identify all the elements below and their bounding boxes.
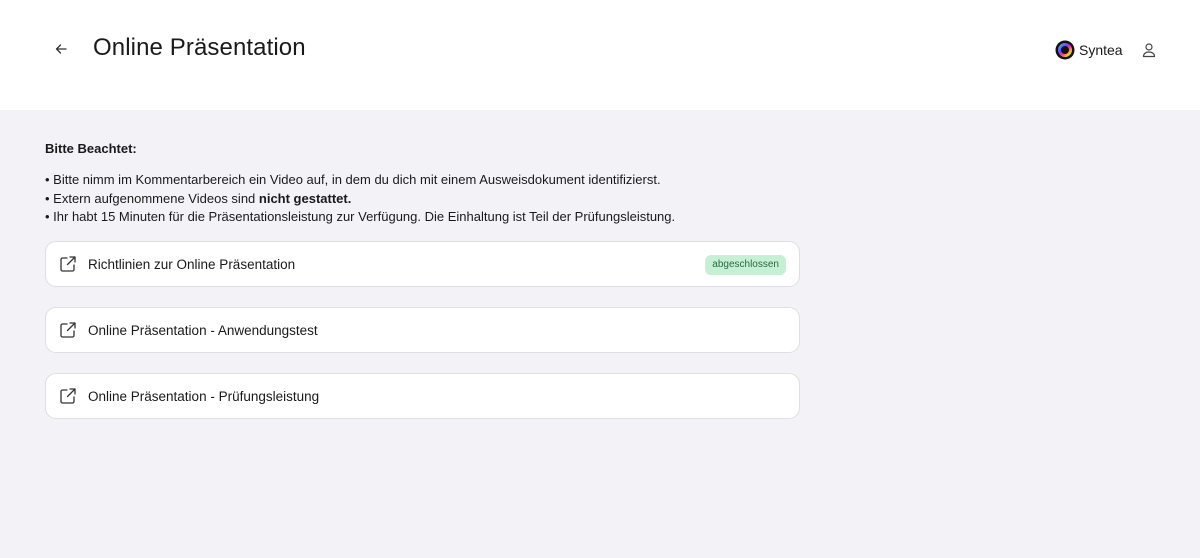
link-card-application-test[interactable]: Online Präsentation - Anwendungstest (45, 307, 800, 353)
notice-item-text: • Extern aufgenommene Videos sind (45, 190, 259, 206)
notice-item-emphasis: nicht gestattet. (258, 190, 352, 206)
user-icon (1142, 43, 1156, 58)
notice-heading: Bitte Beachtet: (45, 141, 137, 156)
user-profile-button[interactable] (1138, 39, 1160, 61)
link-card-guidelines[interactable]: Richtlinien zur Online Präsentation abge… (45, 241, 800, 287)
external-link-icon (58, 254, 78, 274)
page-title: Online Präsentation (93, 34, 306, 61)
external-link-icon (58, 386, 78, 406)
card-label: Online Präsentation - Anwendungstest (88, 322, 318, 338)
top-header: Online Präsentation Syntea (0, 0, 1200, 110)
notice-box: Bitte Beachtet: • Bitte nimm im Kommenta… (45, 140, 805, 227)
arrow-left-icon (55, 44, 67, 54)
notice-item: • Bitte nimm im Kommentarbereich ein Vid… (45, 172, 661, 187)
back-button[interactable] (50, 38, 72, 60)
link-card-exam[interactable]: Online Präsentation - Prüfungsleistung (45, 373, 800, 419)
card-label: Richtlinien zur Online Präsentation (88, 256, 296, 272)
brand-name: Syntea (1079, 42, 1123, 58)
notice-item: • Ihr habt 15 Minuten für die Präsentati… (45, 209, 676, 224)
card-label: Online Präsentation - Prüfungsleistung (88, 388, 320, 404)
status-badge: abgeschlossen (705, 255, 786, 275)
external-link-icon (58, 320, 78, 340)
notice-item: • Extern aufgenommene Videos sind nicht … (45, 190, 805, 209)
brand-link[interactable]: Syntea (1055, 40, 1123, 60)
syntea-logo-icon (1055, 40, 1075, 60)
